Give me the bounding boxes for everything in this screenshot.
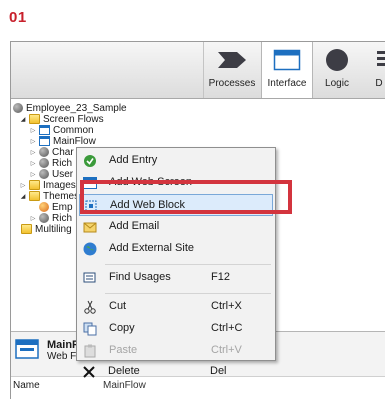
menu-item-shortcut: Ctrl+V [211, 344, 242, 356]
menu-separator [105, 264, 271, 265]
tab-processes-label: Processes [208, 78, 256, 89]
menu-item-find-usages[interactable]: Find Usages F12 [79, 267, 273, 289]
tab-interface-label: Interface [267, 78, 307, 89]
module-icon [39, 169, 49, 179]
menu-item-shortcut: Ctrl+C [211, 322, 243, 334]
tree-item-label: Common [53, 124, 94, 136]
step-number: 01 [9, 9, 27, 26]
paste-icon [82, 343, 98, 359]
menu-item-add-external-site[interactable]: Add External Site [79, 238, 273, 260]
collapse-arrow-icon[interactable]: ▷ [29, 214, 37, 222]
globe-icon [82, 241, 98, 257]
flow-icon [39, 136, 50, 146]
copy-icon [82, 321, 98, 337]
tree-item-label: Themes [43, 190, 80, 202]
menu-item-label: Add Entry [109, 154, 158, 166]
menu-item-label: Delete [108, 365, 140, 377]
tree-item-label: Images [43, 179, 76, 191]
tree-item-label: MainFlow [53, 135, 96, 147]
interface-window-icon [273, 42, 301, 78]
theme-icon [39, 202, 49, 212]
tree-item-label: Multiling [35, 223, 72, 235]
menu-item-cut[interactable]: Cut Ctrl+X [79, 296, 273, 318]
module-icon [39, 213, 49, 223]
find-usages-icon [82, 270, 98, 286]
collapse-arrow-icon[interactable]: ▷ [29, 126, 37, 134]
menu-item-label: Copy [109, 322, 135, 334]
menu-item-label: Add Email [109, 220, 160, 232]
menu-separator [105, 293, 271, 294]
add-entry-icon [82, 153, 98, 169]
processes-arrow-icon [217, 42, 247, 78]
menu-item-delete[interactable]: Delete Del [78, 361, 272, 383]
menu-item-label: Paste [109, 344, 138, 356]
menu-item-add-entry[interactable]: Add Entry [79, 150, 273, 172]
module-icon [39, 147, 49, 157]
flow-icon [39, 125, 50, 135]
tab-interface[interactable]: Interface [261, 42, 313, 98]
menu-item-copy[interactable]: Copy Ctrl+C [79, 318, 273, 340]
folder-icon [29, 191, 40, 201]
tree-item-label: Employee_23_Sample [26, 102, 127, 114]
property-name-label: Name [13, 380, 40, 391]
menu-item-label: Find Usages [109, 271, 171, 283]
tree-item-multilingual[interactable]: Multiling [21, 223, 72, 235]
module-icon [39, 158, 49, 168]
menu-item-shortcut: Ctrl+X [211, 300, 242, 312]
tab-processes[interactable]: Processes [203, 42, 261, 98]
data-icon [370, 42, 385, 78]
tab-logic[interactable]: Logic [313, 42, 361, 98]
menu-item-shortcut: F12 [211, 271, 230, 283]
tab-data-label: D [375, 78, 383, 89]
menu-item-label: Add External Site [109, 242, 194, 254]
collapse-arrow-icon[interactable]: ▷ [29, 170, 37, 178]
menu-item-add-email[interactable]: Add Email [79, 216, 273, 238]
collapse-arrow-icon[interactable]: ▷ [19, 181, 27, 189]
expand-arrow-icon[interactable]: ◢ [19, 192, 27, 200]
menu-item-paste[interactable]: Paste Ctrl+V [79, 340, 273, 360]
highlight-box [80, 180, 292, 214]
collapse-arrow-icon[interactable]: ▷ [29, 137, 37, 145]
tree-item-label: Char [52, 146, 74, 158]
expand-arrow-icon[interactable]: ◢ [19, 115, 27, 123]
tree-item-label: Rich [52, 212, 73, 224]
email-icon [82, 219, 98, 235]
module-icon [13, 103, 23, 113]
collapse-arrow-icon[interactable]: ▷ [29, 148, 37, 156]
menu-item-label: Cut [109, 300, 127, 312]
menu-item-shortcut: Del [210, 365, 227, 377]
delete-x-icon [81, 364, 97, 380]
tree-item-label: Screen Flows [43, 113, 104, 125]
tree-item-label: User [52, 168, 74, 180]
tab-logic-label: Logic [325, 78, 349, 89]
main-toolbar: Processes Interface Logic D [11, 42, 385, 99]
web-flow-icon [15, 338, 41, 360]
tab-data[interactable]: D [367, 42, 385, 98]
folder-icon [29, 114, 40, 124]
tree-item-label: Emp [52, 201, 73, 213]
scissors-icon [82, 299, 98, 315]
folder-icon [29, 180, 40, 190]
collapse-arrow-icon[interactable]: ▷ [29, 159, 37, 167]
tree-item-label: Rich [52, 157, 73, 169]
logic-circle-icon [324, 42, 350, 78]
folder-icon [21, 224, 32, 234]
